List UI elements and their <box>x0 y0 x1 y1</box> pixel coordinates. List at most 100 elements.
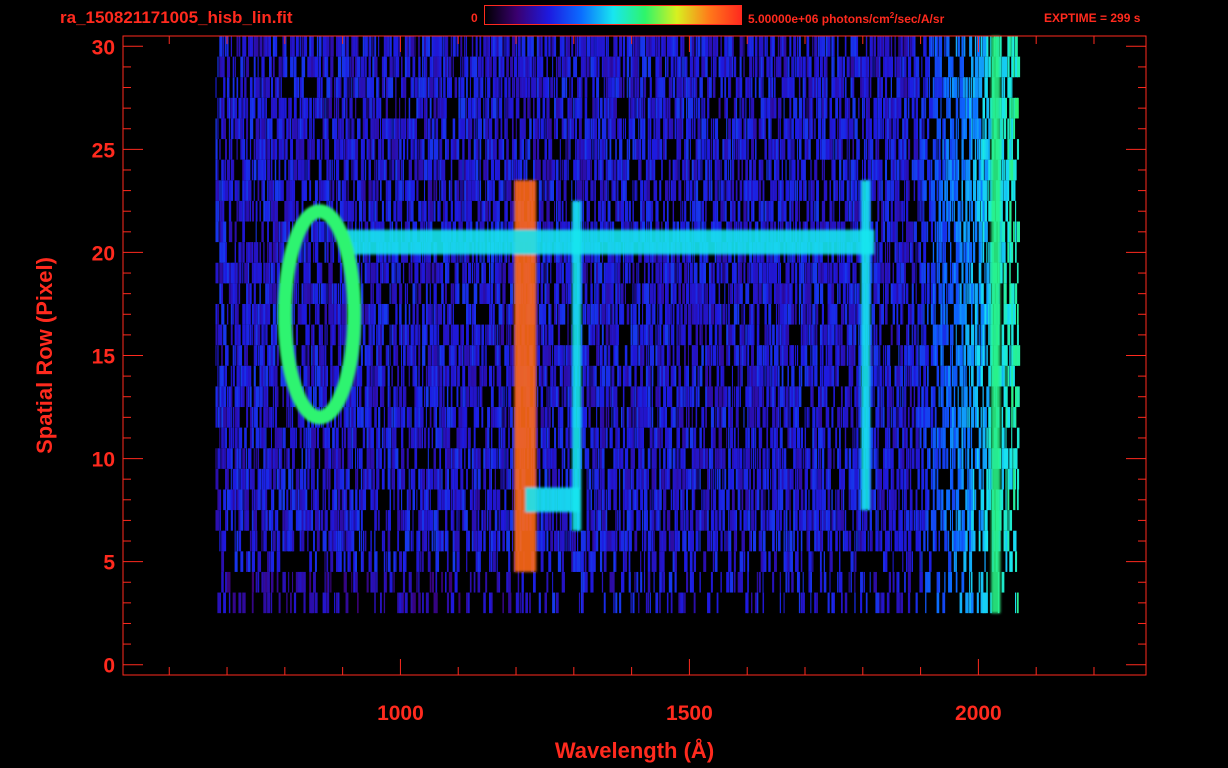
heatmap-cell <box>666 365 669 387</box>
heatmap-cell <box>561 200 564 222</box>
heatmap-cell <box>925 468 928 490</box>
heatmap-cell <box>858 324 860 346</box>
heatmap-cell <box>439 386 443 408</box>
heatmap-cell <box>446 530 449 552</box>
heatmap-cell <box>381 200 384 222</box>
heatmap-cell <box>320 221 325 243</box>
heatmap-cell <box>829 468 831 490</box>
heatmap-cell <box>284 468 286 490</box>
heatmap-cell <box>672 200 675 222</box>
heatmap-cell <box>546 262 549 284</box>
heatmap-cell <box>938 448 941 469</box>
heatmap-cell <box>844 510 847 531</box>
heatmap-cell <box>498 262 502 284</box>
heatmap-cell <box>898 345 900 366</box>
heatmap-cell <box>808 262 810 284</box>
heatmap-cell <box>362 324 366 346</box>
heatmap-cell <box>842 468 846 490</box>
heatmap-cell <box>561 303 566 325</box>
heatmap-cell <box>904 489 906 511</box>
heatmap-cell <box>364 530 367 552</box>
heatmap-cell <box>416 262 419 284</box>
heatmap-cell <box>661 427 663 449</box>
heatmap-cell <box>594 283 596 304</box>
heatmap-cell <box>410 468 413 490</box>
heatmap-cell <box>712 551 715 572</box>
heatmap-cell <box>399 386 403 408</box>
heatmap-cell <box>228 427 231 449</box>
heatmap-cell <box>234 489 237 511</box>
heatmap-cell <box>967 468 969 490</box>
heatmap-cell <box>230 468 232 490</box>
heatmap-cell <box>630 592 632 614</box>
heatmap-cell <box>383 592 386 614</box>
heatmap-cell <box>919 510 922 531</box>
heatmap-cell <box>508 510 510 531</box>
heatmap-cell <box>766 427 769 449</box>
heatmap-cell <box>877 448 879 469</box>
heatmap-cell <box>827 510 831 531</box>
heatmap-cell <box>425 386 429 408</box>
heatmap-cell <box>628 407 632 428</box>
heatmap-cell <box>219 324 223 346</box>
heatmap-cell <box>334 468 337 490</box>
heatmap-cell <box>467 386 470 408</box>
heatmap-cell <box>728 489 730 511</box>
heatmap-cell <box>839 345 841 366</box>
heatmap-cell <box>489 530 491 552</box>
heatmap-cell <box>971 571 973 593</box>
heatmap-cell <box>923 530 926 552</box>
heatmap-cell <box>330 551 334 572</box>
heatmap-cell <box>852 407 854 428</box>
heatmap-cell <box>758 365 761 387</box>
heatmap-cell <box>770 345 773 366</box>
heatmap-cell <box>643 571 646 593</box>
heatmap-cell <box>917 365 919 387</box>
heatmap-cell <box>607 345 611 366</box>
heatmap-cell <box>965 592 969 614</box>
heatmap-cell <box>374 407 377 428</box>
heatmap-cell <box>307 345 310 366</box>
heatmap-cell <box>379 303 382 325</box>
heatmap-cell <box>1001 407 1004 428</box>
heatmap-cell <box>785 386 789 408</box>
heatmap-cell <box>372 448 375 469</box>
heatmap-cell <box>599 365 602 387</box>
heatmap-cell <box>839 448 842 469</box>
heatmap-cell <box>370 489 373 511</box>
heatmap-cell <box>565 283 567 304</box>
heatmap-cell <box>800 365 803 387</box>
heatmap-cell <box>622 427 626 449</box>
heatmap-cell <box>305 345 307 366</box>
heatmap-cell <box>471 345 474 366</box>
heatmap-cell <box>774 551 777 572</box>
heatmap-cell <box>542 510 544 531</box>
heatmap-cell <box>632 200 634 222</box>
heatmap-cell <box>816 324 818 346</box>
heatmap-cell <box>949 510 952 531</box>
heatmap-cell <box>397 510 401 531</box>
heatmap-cell <box>762 448 765 469</box>
heatmap-cell <box>349 510 352 531</box>
heatmap-cell <box>974 489 977 511</box>
heatmap-cell <box>955 345 958 366</box>
heatmap-cell <box>747 427 750 449</box>
heatmap-cell <box>498 386 501 408</box>
heatmap-cell <box>1016 324 1019 346</box>
heatmap-cell <box>682 324 686 346</box>
heatmap-cell <box>423 427 427 449</box>
heatmap-cell <box>622 303 624 325</box>
heatmap-cell <box>854 303 856 325</box>
heatmap-cell <box>678 448 680 469</box>
heatmap-cell <box>678 345 680 366</box>
heatmap-cell <box>630 324 633 346</box>
heatmap-cell <box>936 324 939 346</box>
heatmap-cell <box>456 386 459 408</box>
heatmap-cell <box>810 345 812 366</box>
heatmap-cell <box>305 427 308 449</box>
heatmap-cell <box>898 324 900 346</box>
heatmap-cell <box>852 510 854 531</box>
heatmap-cell <box>980 407 982 428</box>
heatmap-cell <box>232 427 234 449</box>
heatmap-cell <box>626 200 628 222</box>
